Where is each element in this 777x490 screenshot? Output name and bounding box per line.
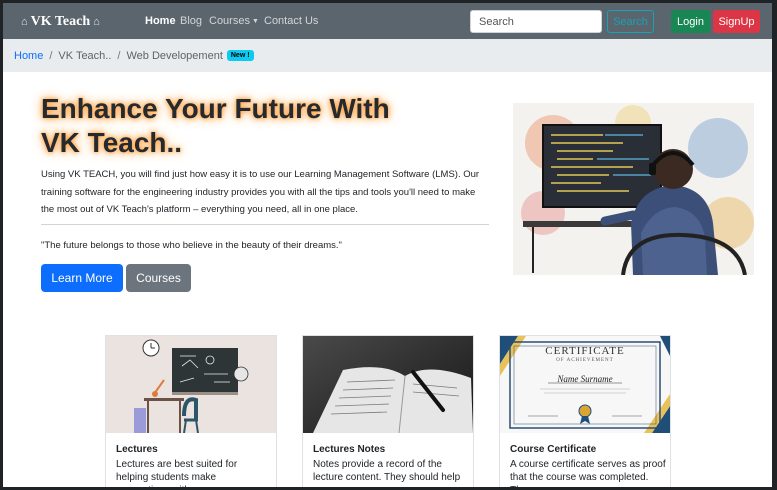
- login-button[interactable]: Login: [671, 10, 710, 33]
- nav-courses-label: Courses: [209, 15, 250, 27]
- caret-down-icon: ▼: [251, 17, 259, 25]
- navbar: ⌂ VK Teach ⌂ Home Blog Courses ▼ Contact …: [3, 3, 772, 39]
- lecture-notes-card[interactable]: Lectures Notes Notes provide a record of…: [302, 335, 474, 487]
- brand-logo[interactable]: ⌂ VK Teach ⌂: [21, 14, 100, 30]
- card-text: A course certificate serves as proof tha…: [510, 459, 666, 487]
- card-title: Lectures: [116, 444, 158, 455]
- signup-button[interactable]: SignUp: [713, 10, 760, 33]
- brand-name: VK Teach: [30, 14, 91, 29]
- learn-more-button[interactable]: Learn More: [41, 264, 123, 292]
- certificate-image: CERTIFICATE OF ACHIEVEMENT Name Surname: [500, 336, 670, 433]
- certificate-name: Name Surname: [557, 374, 613, 384]
- breadcrumb-separator: /: [117, 49, 121, 62]
- nav-blog[interactable]: Blog: [180, 15, 202, 27]
- notebook-photo: [303, 336, 473, 433]
- hero-programmer-illustration: [513, 103, 754, 275]
- card-title: Lectures Notes: [313, 444, 386, 455]
- nav-home[interactable]: Home: [145, 15, 176, 27]
- hero-description: Using VK TEACH, you will find just how e…: [41, 169, 480, 215]
- breadcrumb: Home / VK Teach.. / Web Developement New…: [3, 39, 772, 72]
- certificate-subheading: OF ACHIEVEMENT: [556, 358, 614, 363]
- courses-button[interactable]: Courses: [126, 264, 191, 292]
- hero-title-line2: VK Teach..: [41, 127, 183, 158]
- nav-contact[interactable]: Contact Us: [264, 15, 318, 27]
- breadcrumb-separator: /: [49, 49, 53, 62]
- breadcrumb-current: Web Developement: [126, 49, 223, 62]
- new-badge: New !: [226, 50, 254, 61]
- hero-quote: "The future belongs to those who believe…: [41, 240, 342, 251]
- graduation-cap-icon: ⌂: [93, 16, 100, 28]
- breadcrumb-home[interactable]: Home: [14, 50, 43, 62]
- graduation-cap-icon: ⌂: [21, 16, 28, 28]
- search-button[interactable]: Search: [607, 10, 654, 33]
- lectures-card[interactable]: Lectures Lectures are best suited for he…: [105, 335, 277, 487]
- hero-title: Enhance Your Future With VK Teach..: [41, 92, 441, 160]
- hero-divider: [41, 224, 489, 225]
- card-title: Course Certificate: [510, 444, 597, 455]
- breadcrumb-vkteach[interactable]: VK Teach..: [58, 50, 111, 62]
- card-text: Lectures are best suited for helping stu…: [116, 459, 238, 487]
- browser-viewport: ⌂ VK Teach ⌂ Home Blog Courses ▼ Contact …: [3, 3, 772, 487]
- search-input[interactable]: [470, 10, 602, 33]
- card-text: Notes provide a record of the lecture co…: [313, 459, 461, 483]
- course-certificate-card[interactable]: CERTIFICATE OF ACHIEVEMENT Name Surname …: [499, 335, 671, 487]
- certificate-heading: CERTIFICATE: [545, 345, 625, 357]
- classroom-illustration: [106, 336, 276, 433]
- nav-courses-dropdown[interactable]: Courses ▼: [209, 15, 259, 27]
- hero-title-line1: Enhance Your Future With: [41, 93, 390, 124]
